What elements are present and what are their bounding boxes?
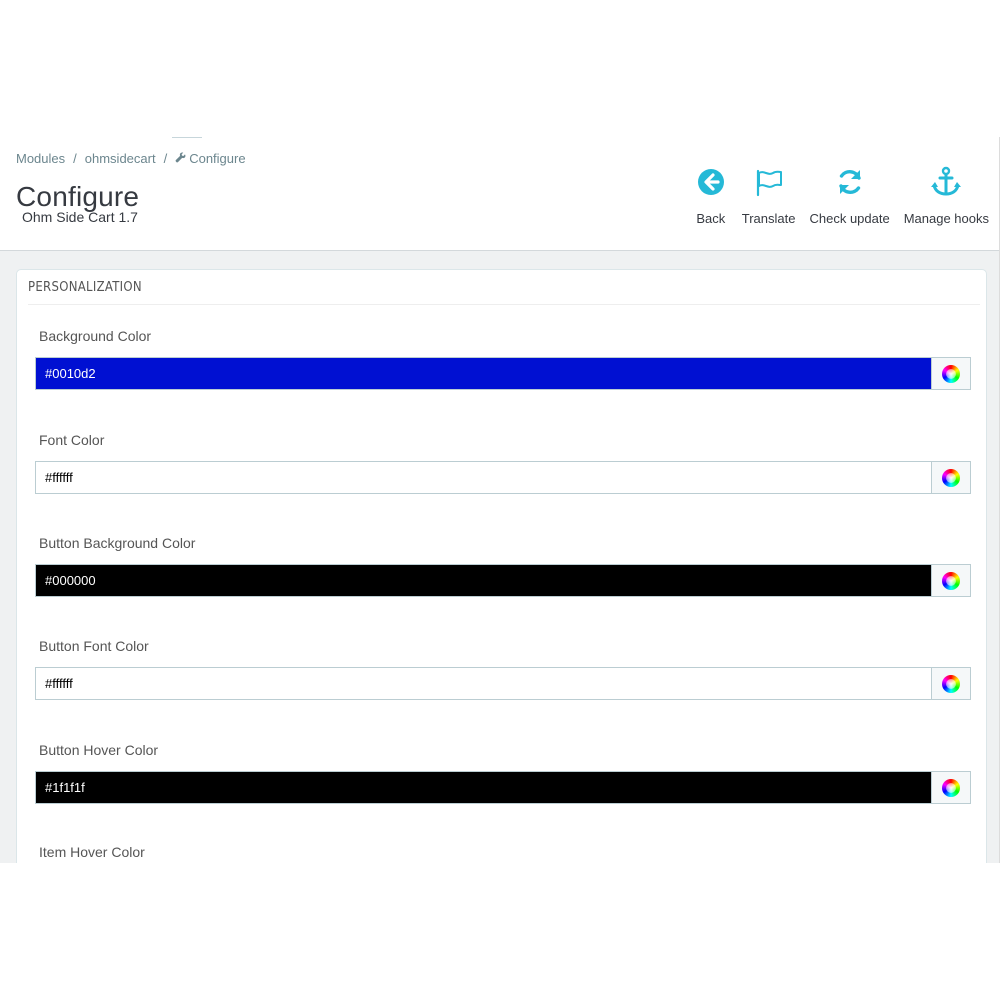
back-label: Back [696, 211, 726, 226]
breadcrumb-modules[interactable]: Modules [16, 151, 65, 166]
color-input-group [35, 771, 971, 804]
button-background-color-field: Button Background Color [35, 535, 971, 597]
button-font-color-input[interactable] [35, 667, 931, 700]
color-input-group [35, 564, 971, 597]
field-label: Button Font Color [39, 638, 149, 654]
color-picker-button[interactable] [931, 564, 971, 597]
field-label: Font Color [39, 432, 105, 448]
color-wheel-icon [942, 571, 960, 590]
check-update-label: Check update [809, 211, 890, 226]
color-picker-button[interactable] [931, 667, 971, 700]
translate-button[interactable]: Translate [741, 165, 796, 226]
wrench-icon [175, 151, 186, 166]
color-input-group [35, 461, 971, 494]
module-version: Ohm Side Cart 1.7 [22, 209, 138, 225]
breadcrumb-current: Configure [189, 151, 246, 166]
button-background-color-input[interactable] [35, 564, 931, 597]
button-hover-color-field: Button Hover Color [35, 742, 971, 804]
back-arrow-icon [694, 165, 728, 204]
color-picker-button[interactable] [931, 771, 971, 804]
breadcrumb-separator: / [163, 151, 168, 166]
personalization-panel: PERSONALIZATION Background Color Font Co… [16, 269, 987, 863]
translate-label: Translate [741, 211, 796, 226]
field-label: Item Hover Color [39, 844, 145, 860]
screenshot-frame: Modules / ohmsidecart / Configure Config… [0, 137, 1000, 863]
check-update-button[interactable]: Check update [809, 165, 890, 226]
anchor-icon [929, 165, 963, 204]
manage-hooks-label: Manage hooks [903, 211, 989, 226]
content-area: PERSONALIZATION Background Color Font Co… [0, 251, 999, 863]
page-header: Modules / ohmsidecart / Configure Config… [0, 137, 999, 251]
field-label: Button Background Color [39, 535, 196, 551]
breadcrumb-module[interactable]: ohmsidecart [85, 151, 156, 166]
font-color-input[interactable] [35, 461, 931, 494]
color-input-group [35, 357, 971, 390]
color-picker-button[interactable] [931, 461, 971, 494]
refresh-icon [833, 165, 867, 204]
color-input-group [35, 667, 971, 700]
color-picker-button[interactable] [931, 357, 971, 390]
manage-hooks-button[interactable]: Manage hooks [904, 165, 989, 226]
button-hover-color-input[interactable] [35, 771, 931, 804]
breadcrumb: Modules / ohmsidecart / Configure [16, 151, 246, 166]
color-wheel-icon [942, 778, 960, 797]
toolbar: Back Translate Check update Manage hooks [680, 165, 989, 226]
color-wheel-icon [942, 674, 960, 693]
back-button[interactable]: Back [694, 165, 728, 226]
tab-indicator [172, 137, 202, 138]
panel-heading: PERSONALIZATION [28, 280, 980, 305]
breadcrumb-separator: / [73, 151, 77, 166]
flag-icon [752, 165, 786, 204]
field-label: Button Hover Color [39, 742, 159, 758]
background-color-input[interactable] [35, 357, 931, 390]
button-font-color-field: Button Font Color [35, 638, 971, 700]
field-label: Background Color [39, 328, 152, 344]
font-color-field: Font Color [35, 432, 971, 494]
color-wheel-icon [942, 468, 960, 487]
item-hover-color-field: Item Hover Color [35, 844, 971, 863]
background-color-field: Background Color [35, 328, 971, 390]
color-wheel-icon [942, 364, 960, 383]
